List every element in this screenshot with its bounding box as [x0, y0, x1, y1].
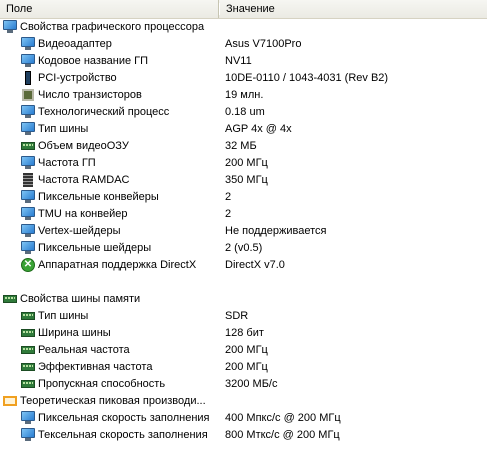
- property-value: 2: [225, 191, 232, 203]
- chip-icon: [21, 88, 35, 102]
- property-label: Число транзисторов: [38, 89, 142, 101]
- property-value: 200 МГц: [225, 361, 268, 373]
- property-value: 10DE-0110 / 1043-4031 (Rev B2): [225, 72, 389, 84]
- property-row[interactable]: Тексельная скорость заполнения 800 Мткс/с…: [0, 427, 487, 444]
- column-header-value[interactable]: Значение: [220, 0, 487, 18]
- property-row[interactable]: Технологический процесс 0.18 um: [0, 104, 487, 121]
- property-row[interactable]: Пиксельные шейдеры 2 (v0.5): [0, 240, 487, 257]
- property-label: Реальная частота: [38, 344, 130, 356]
- monitor-icon: [21, 411, 35, 425]
- property-value: 19 млн.: [225, 89, 264, 101]
- property-row[interactable]: Ширина шины 128 бит: [0, 325, 487, 342]
- property-value: SDR: [225, 310, 249, 322]
- memory-icon: [21, 360, 35, 374]
- property-label: Эффективная частота: [38, 361, 153, 373]
- property-row[interactable]: TMU на конвейер 2: [0, 206, 487, 223]
- property-label: Пиксельные шейдеры: [38, 242, 152, 254]
- property-label: Кодовое название ГП: [38, 55, 149, 67]
- property-row[interactable]: Частота RAMDAC 350 МГц: [0, 172, 487, 189]
- property-value: 200 МГц: [225, 344, 268, 356]
- property-label: Пиксельная скорость заполнения: [38, 412, 210, 424]
- property-value: 3200 МБ/с: [225, 378, 278, 390]
- column-header: Поле Значение: [0, 0, 487, 19]
- property-value: AGP 4x @ 4x: [225, 123, 292, 135]
- group-title: Свойства шины памяти: [20, 293, 141, 305]
- property-label: Частота ГП: [38, 157, 96, 169]
- property-label: Тип шины: [38, 310, 89, 322]
- memory-icon: [21, 377, 35, 391]
- property-row[interactable]: Эффективная частота 200 МГц: [0, 359, 487, 376]
- property-row[interactable]: Тип шины AGP 4x @ 4x: [0, 121, 487, 138]
- monitor-icon: [3, 20, 17, 34]
- property-value: Asus V7100Pro: [225, 38, 302, 50]
- property-value: 400 Мпкс/с @ 200 МГц: [225, 412, 341, 424]
- property-row[interactable]: Объем видеоОЗУ 32 МБ: [0, 138, 487, 155]
- memory-icon: [21, 139, 35, 153]
- property-value: NV11: [225, 55, 252, 67]
- monitor-icon: [21, 54, 35, 68]
- property-label: Видеоадаптер: [38, 38, 112, 50]
- property-label: Vertex-шейдеры: [38, 225, 121, 237]
- property-value: 2 (v0.5): [225, 242, 263, 254]
- memory-icon: [21, 343, 35, 357]
- monitor-icon: [21, 207, 35, 221]
- property-label: Тип шины: [38, 123, 89, 135]
- property-value: 200 МГц: [225, 157, 268, 169]
- property-label: TMU на конвейер: [38, 208, 128, 220]
- group-header[interactable]: Свойства шины памяти: [0, 291, 487, 308]
- monitor-icon: [21, 241, 35, 255]
- property-value: 350 МГц: [225, 174, 268, 186]
- group-header[interactable]: Теоретическая пиковая производи...: [0, 393, 487, 410]
- property-value: 2: [225, 208, 232, 220]
- monitor-icon: [21, 105, 35, 119]
- property-row[interactable]: Кодовое название ГП NV11: [0, 53, 487, 70]
- property-row[interactable]: Число транзисторов 19 млн.: [0, 87, 487, 104]
- property-label: Аппаратная поддержка DirectX: [38, 259, 197, 271]
- property-label: Технологический процесс: [38, 106, 170, 118]
- property-value: DirectX v7.0: [225, 259, 285, 271]
- property-value: Не поддерживается: [225, 225, 327, 237]
- memory-icon: [21, 326, 35, 340]
- property-row[interactable]: Частота ГП 200 МГц: [0, 155, 487, 172]
- monitor-icon: [21, 190, 35, 204]
- property-row[interactable]: Пропускная способность 3200 МБ/с: [0, 376, 487, 393]
- property-label: Частота RAMDAC: [38, 174, 130, 186]
- ramdac-icon: [21, 173, 35, 187]
- memory-icon: [3, 292, 17, 306]
- property-row[interactable]: Пиксельные конвейеры 2: [0, 189, 487, 206]
- property-value: 128 бит: [225, 327, 264, 339]
- property-row[interactable]: Видеоадаптер Asus V7100Pro: [0, 36, 487, 53]
- xbox-icon: ✕: [21, 258, 35, 272]
- group-title: Теоретическая пиковая производи...: [20, 395, 206, 407]
- property-label: PCI-устройство: [38, 72, 117, 84]
- property-row[interactable]: ✕ Аппаратная поддержка DirectX DirectX v7.…: [0, 257, 487, 274]
- property-row[interactable]: Vertex-шейдеры Не поддерживается: [0, 223, 487, 240]
- property-value: 0.18 um: [225, 106, 265, 118]
- property-row[interactable]: Тип шины SDR: [0, 308, 487, 325]
- property-label: Пиксельные конвейеры: [38, 191, 159, 203]
- monitor-icon: [21, 224, 35, 238]
- pci-slot-icon: [21, 71, 35, 85]
- monitor-icon: [21, 37, 35, 51]
- monitor-icon: [21, 156, 35, 170]
- monitor-icon: [21, 122, 35, 136]
- property-row[interactable]: Пиксельная скорость заполнения 400 Мпкс/с…: [0, 410, 487, 427]
- group-header[interactable]: Свойства графического процессора: [0, 19, 487, 36]
- memory-icon: [21, 309, 35, 323]
- performance-icon: [3, 394, 17, 408]
- monitor-icon: [21, 428, 35, 442]
- property-label: Пропускная способность: [38, 378, 166, 390]
- column-header-field[interactable]: Поле: [0, 0, 220, 18]
- property-label: Ширина шины: [38, 327, 111, 339]
- property-value: 800 Мткс/с @ 200 МГц: [225, 429, 340, 441]
- property-row[interactable]: PCI-устройство 10DE-0110 / 1043-4031 (Rev…: [0, 70, 487, 87]
- group-title: Свойства графического процессора: [20, 21, 205, 33]
- property-value: 32 МБ: [225, 140, 257, 152]
- property-label: Объем видеоОЗУ: [38, 140, 129, 152]
- property-row[interactable]: Реальная частота 200 МГц: [0, 342, 487, 359]
- property-label: Тексельная скорость заполнения: [38, 429, 208, 441]
